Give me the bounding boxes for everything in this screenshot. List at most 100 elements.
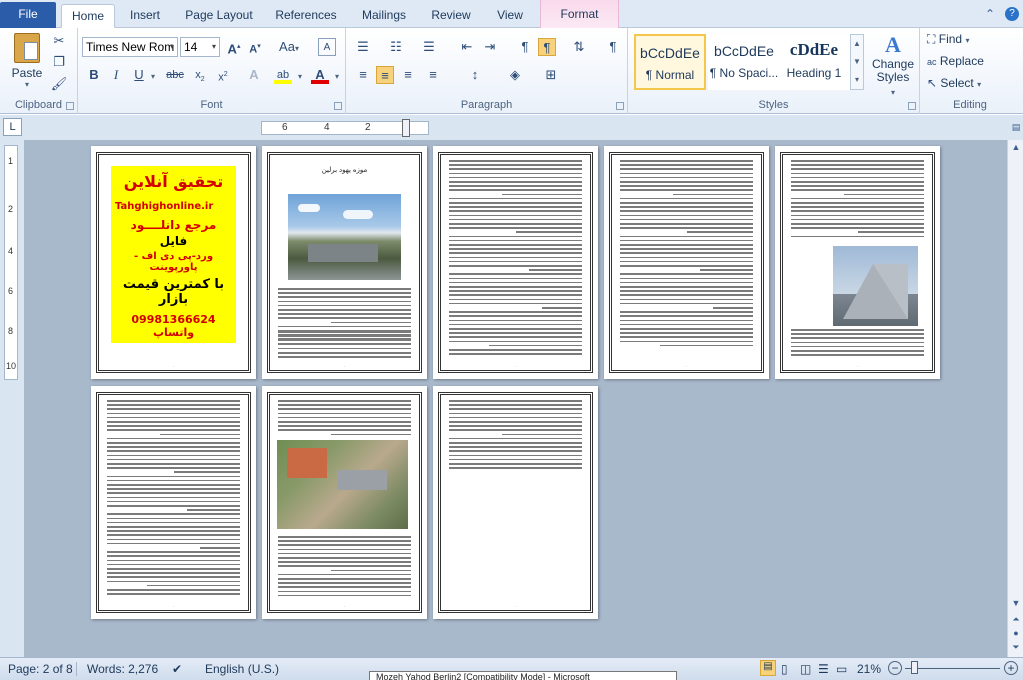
language[interactable]: English (U.S.)	[205, 662, 279, 676]
paste-button[interactable]: Paste ▾	[8, 31, 46, 89]
strikethrough-icon[interactable]: abc	[164, 66, 186, 84]
tab-page-layout[interactable]: Page Layout	[182, 4, 256, 28]
text-effects-icon[interactable]: A	[245, 66, 263, 84]
show-formatting-marks-icon[interactable]: ¶	[604, 38, 622, 56]
font-color-icon[interactable]: A	[311, 66, 329, 84]
previous-page-icon[interactable]: ⏶	[1009, 612, 1023, 626]
select-button[interactable]: ↖ Select ▾	[927, 76, 981, 90]
tab-home[interactable]: Home	[61, 4, 115, 28]
multilevel-list-icon[interactable]: ☰	[420, 38, 438, 56]
scroll-up-icon[interactable]: ▲	[1009, 140, 1023, 154]
zoom-level[interactable]: 21%	[857, 662, 881, 676]
vertical-scrollbar[interactable]: ▤ ▲ ▼ ⏶ ● ⏷	[1007, 122, 1023, 657]
justify-icon[interactable]: ≡	[424, 66, 442, 84]
zoom-in-icon[interactable]: +	[1004, 661, 1018, 675]
font-name-combo[interactable]: Times New Rom ▾	[82, 37, 178, 57]
zoom-slider-thumb[interactable]	[911, 661, 918, 674]
rtl-direction-icon[interactable]: ¶	[538, 38, 556, 56]
decrease-indent-icon[interactable]: ⇤	[458, 38, 476, 56]
bold-icon[interactable]: B	[85, 66, 103, 84]
find-button[interactable]: ⛶ Find ▾	[927, 32, 969, 47]
copy-icon[interactable]: ❐	[50, 53, 68, 71]
view-ruler-icon[interactable]: ▤	[1009, 120, 1023, 134]
line-spacing-icon[interactable]: ↕	[466, 66, 484, 84]
indent-marker[interactable]	[402, 119, 410, 137]
change-case-icon[interactable]: Aa▾	[276, 38, 302, 56]
text-line	[791, 337, 924, 339]
text-line	[791, 164, 924, 166]
align-left-icon[interactable]: ≡	[354, 66, 372, 84]
underline-dropdown-icon[interactable]: ▾	[144, 66, 162, 84]
align-center-icon[interactable]: ≡	[376, 66, 394, 84]
page-4[interactable]: ·	[604, 146, 769, 379]
clear-formatting-icon[interactable]: A	[318, 38, 336, 56]
page-2[interactable]: موزه یهود برلین ·	[262, 146, 427, 379]
format-painter-icon[interactable]: 🖌	[50, 75, 68, 93]
page-count[interactable]: Page: 2 of 8	[8, 662, 73, 676]
styles-dialog-launcher[interactable]	[908, 102, 916, 110]
font-size-combo[interactable]: 14 ▾	[180, 37, 220, 57]
proofing-icon[interactable]: ✔	[172, 662, 182, 676]
superscript-icon[interactable]: x2	[214, 66, 232, 84]
highlight-icon[interactable]: ab	[274, 66, 292, 84]
style-no-spacing[interactable]: bCcDdEe ¶ No Spaci...	[708, 34, 780, 90]
replace-button[interactable]: ac Replace	[927, 54, 984, 68]
shading-icon[interactable]: ◈	[506, 66, 524, 84]
text-line	[449, 168, 582, 170]
align-right-icon[interactable]: ≡	[399, 66, 417, 84]
font-color-dropdown-icon[interactable]: ▾	[328, 66, 346, 84]
page-6[interactable]: ·	[91, 386, 256, 619]
outline-view-icon[interactable]: ☰	[818, 662, 829, 676]
text-line	[620, 265, 753, 267]
web-layout-icon[interactable]: ◫	[800, 662, 811, 676]
subscript-icon[interactable]: x2	[191, 66, 209, 84]
full-screen-reading-icon[interactable]: ▯	[781, 662, 788, 676]
tab-mailings[interactable]: Mailings	[355, 4, 413, 28]
page-7[interactable]: ·	[262, 386, 427, 619]
word-count[interactable]: Words: 2,276	[76, 662, 158, 676]
font-dialog-launcher[interactable]	[334, 102, 342, 110]
clipboard-dialog-launcher[interactable]	[66, 102, 74, 110]
increase-indent-icon[interactable]: ⇥	[481, 38, 499, 56]
next-page-icon[interactable]: ⏷	[1009, 640, 1023, 654]
numbering-icon[interactable]: ☷	[387, 38, 405, 56]
change-styles-button[interactable]: A Change Styles ▾	[868, 32, 918, 98]
vertical-ruler[interactable]: 1 2 4 6 8 10	[4, 145, 18, 380]
page-1[interactable]: تحقیق آنلاین Tahghighonline.ir مرجع دانل…	[91, 146, 256, 379]
cut-icon[interactable]: ✂	[50, 32, 68, 50]
page-8[interactable]: ·	[433, 386, 598, 619]
text-line	[449, 202, 582, 204]
tab-review[interactable]: Review	[427, 4, 475, 28]
select-browse-object-icon[interactable]: ●	[1009, 626, 1023, 640]
shrink-font-icon[interactable]: A▾	[246, 38, 264, 56]
paragraph-dialog-launcher[interactable]	[616, 102, 624, 110]
help-icon[interactable]: ?	[1005, 7, 1019, 21]
tab-view[interactable]: View	[490, 4, 530, 28]
sort-icon[interactable]: ⇅	[570, 38, 588, 56]
tab-format[interactable]: Format	[540, 0, 619, 28]
zoom-out-icon[interactable]: −	[888, 661, 902, 675]
bullets-icon[interactable]: ☰	[354, 38, 372, 56]
tab-file[interactable]: File	[0, 2, 56, 28]
style-normal[interactable]: bCcDdEe ¶ Normal	[634, 34, 706, 90]
draft-view-icon[interactable]: ▭	[836, 662, 847, 676]
tab-insert[interactable]: Insert	[123, 4, 167, 28]
tab-selector[interactable]: L	[3, 118, 22, 136]
horizontal-ruler[interactable]: 6 4 2	[261, 119, 429, 137]
taskbar-window-title[interactable]: Mozeh Yahod Berlin2 [Compatibility Mode]…	[369, 671, 677, 680]
italic-icon[interactable]: I	[107, 66, 125, 84]
print-layout-view-icon[interactable]: ▤	[760, 660, 776, 676]
styles-gallery-scroll[interactable]: ▲ ▼ ▾	[850, 34, 864, 90]
page-3[interactable]: ·	[433, 146, 598, 379]
page-5[interactable]: ·	[775, 146, 940, 379]
style-heading-1[interactable]: cDdEe Heading 1	[778, 34, 850, 90]
highlight-dropdown-icon[interactable]: ▾	[291, 66, 309, 84]
tab-references[interactable]: References	[272, 4, 340, 28]
grow-font-icon[interactable]: A▴	[225, 38, 243, 56]
ltr-direction-icon[interactable]: ¶	[516, 38, 534, 56]
borders-icon[interactable]: ⊞	[542, 66, 560, 84]
text-line	[278, 594, 411, 597]
zoom-slider[interactable]	[905, 668, 1000, 669]
scroll-down-icon[interactable]: ▼	[1009, 596, 1023, 610]
minimize-ribbon-icon[interactable]: ⌃	[985, 7, 995, 21]
